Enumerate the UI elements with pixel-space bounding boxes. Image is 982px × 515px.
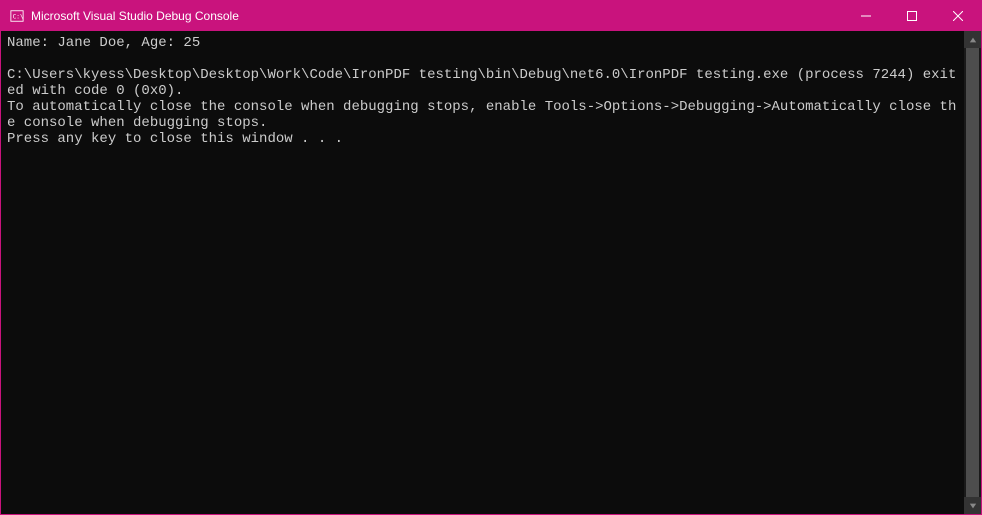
window-title: Microsoft Visual Studio Debug Console [31, 9, 843, 23]
svg-text:C:\: C:\ [13, 14, 24, 21]
vertical-scrollbar[interactable] [964, 31, 981, 514]
close-button[interactable] [935, 1, 981, 31]
app-icon: C:\ [9, 8, 25, 24]
debug-console-window: C:\ Microsoft Visual Studio Debug Consol… [0, 0, 982, 515]
scroll-down-arrow[interactable] [964, 497, 981, 514]
console-output[interactable]: Name: Jane Doe, Age: 25 C:\Users\kyess\D… [1, 31, 964, 514]
maximize-button[interactable] [889, 1, 935, 31]
scrollbar-track[interactable] [964, 48, 981, 497]
scrollbar-thumb[interactable] [966, 48, 979, 497]
scroll-up-arrow[interactable] [964, 31, 981, 48]
titlebar[interactable]: C:\ Microsoft Visual Studio Debug Consol… [1, 1, 981, 31]
console-body: Name: Jane Doe, Age: 25 C:\Users\kyess\D… [1, 31, 981, 514]
window-controls [843, 1, 981, 31]
minimize-button[interactable] [843, 1, 889, 31]
